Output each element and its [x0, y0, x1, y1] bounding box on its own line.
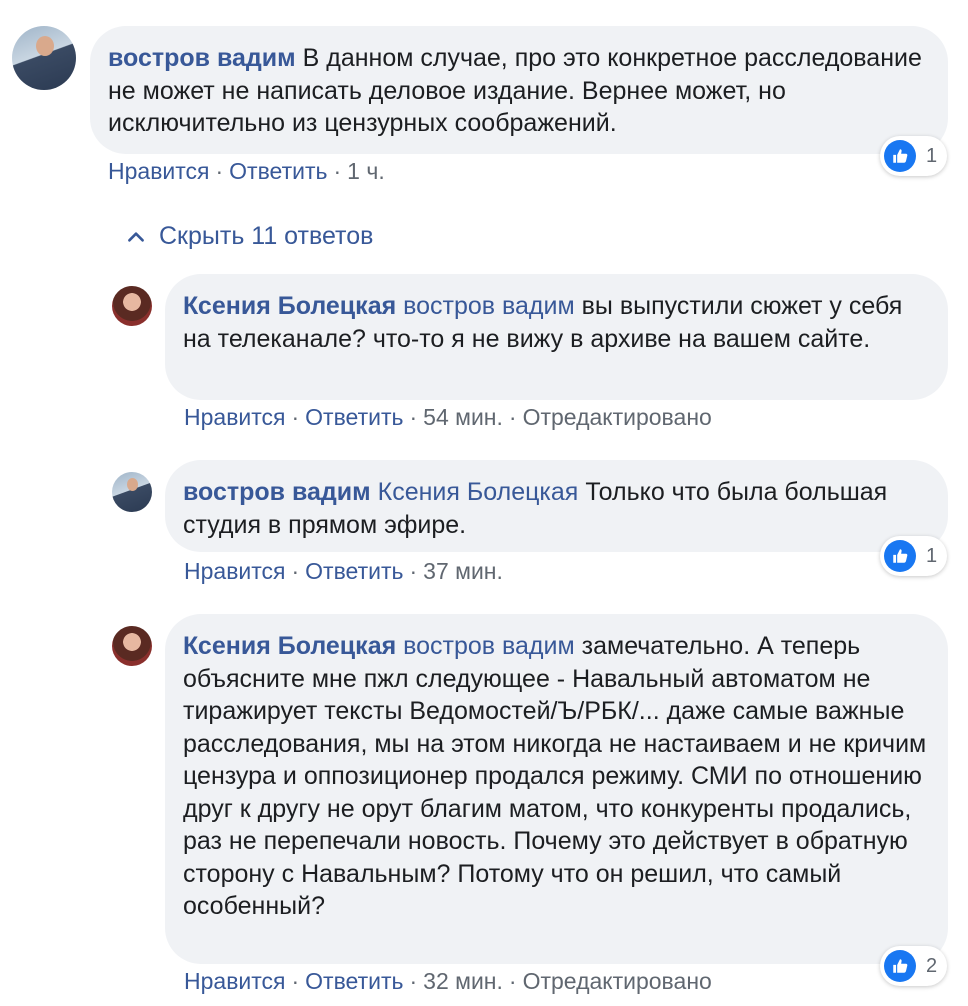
reaction-badge[interactable]: 2 [880, 946, 948, 986]
reply-link[interactable]: Ответить [305, 404, 403, 430]
comment-author[interactable]: востров вадим [183, 478, 371, 506]
chevron-up-icon [128, 231, 144, 242]
comment-text: замечательно. А теперь объясните мне пжл… [183, 632, 927, 920]
comment-actions: Нравится · Ответить · 32 мин. · Отредактирован… [184, 968, 712, 994]
comment-author[interactable]: Ксения Болецкая [183, 292, 396, 320]
comment-bubble: Ксения Болецкая востров вадим вы выпусти… [165, 274, 948, 400]
thumbs-up-icon [884, 140, 916, 172]
thumbs-up-icon [884, 950, 916, 982]
thumbs-up-icon [884, 540, 916, 572]
avatar[interactable] [12, 26, 76, 90]
timestamp[interactable]: 54 мин. [423, 404, 503, 430]
reply-link[interactable]: Ответить [305, 968, 403, 994]
comment-bubble: востров вадим Ксения Болецкая Только что… [165, 460, 948, 552]
timestamp[interactable]: 32 мин. [423, 968, 503, 994]
avatar[interactable] [112, 472, 152, 512]
avatar[interactable] [112, 286, 152, 326]
comment-bubble: Ксения Болецкая востров вадим замечатель… [165, 614, 948, 964]
reply-link[interactable]: Ответить [229, 158, 327, 184]
comment-actions: Нравится · Ответить · 37 мин. [184, 558, 503, 584]
comment-mention[interactable]: Ксения Болецкая [378, 478, 579, 506]
comment-mention[interactable]: востров вадим [403, 292, 575, 320]
reaction-count: 2 [926, 954, 938, 977]
like-link[interactable]: Нравится [184, 968, 286, 994]
reaction-count: 1 [926, 144, 938, 167]
comment-actions: Нравится · Ответить · 1 ч. [108, 158, 385, 184]
reaction-badge[interactable]: 1 [880, 136, 948, 176]
reaction-count: 1 [926, 544, 938, 567]
timestamp[interactable]: 37 мин. [423, 558, 503, 584]
hide-replies-label: Скрыть 11 ответов [159, 222, 374, 250]
timestamp[interactable]: 1 ч. [347, 158, 385, 184]
comment-actions: Нравится · Ответить · 54 мин. · Отредактирован… [184, 404, 712, 430]
reply-link[interactable]: Ответить [305, 558, 403, 584]
like-link[interactable]: Нравится [184, 404, 286, 430]
like-link[interactable]: Нравится [184, 558, 286, 584]
comment-bubble: востров вадим В данном случае, про это к… [90, 26, 948, 154]
comment-author[interactable]: востров вадим [108, 44, 296, 72]
hide-replies-toggle[interactable]: Скрыть 11 ответов [125, 222, 373, 251]
avatar[interactable] [112, 626, 152, 666]
edited-label[interactable]: Отредактировано [523, 404, 712, 430]
like-link[interactable]: Нравится [108, 158, 210, 184]
reaction-badge[interactable]: 1 [880, 536, 948, 576]
edited-label[interactable]: Отредактировано [523, 968, 712, 994]
comment-author[interactable]: Ксения Болецкая [183, 632, 396, 660]
comment-mention[interactable]: востров вадим [403, 632, 575, 660]
